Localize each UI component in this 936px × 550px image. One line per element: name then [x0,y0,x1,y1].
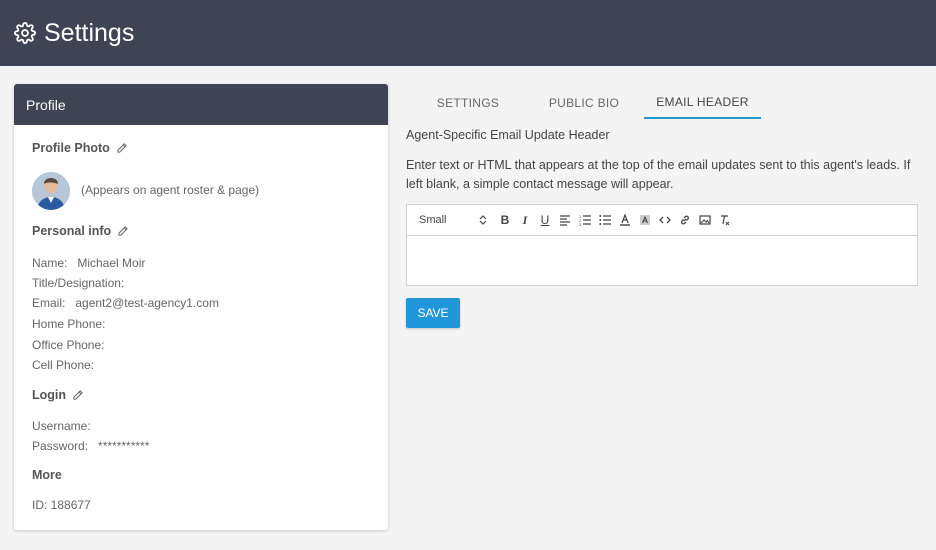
clear-format-icon[interactable] [715,210,735,230]
background-color-icon[interactable] [635,210,655,230]
username-row: Username: [32,419,101,433]
name-label: Name: [32,256,68,270]
username-label: Username: [32,419,91,433]
rich-text-editor: Small B I U 123 [406,204,918,286]
page-title: Settings [44,18,135,47]
code-icon[interactable] [655,210,675,230]
tab-public-bio[interactable]: PUBLIC BIO [544,86,624,119]
image-icon[interactable] [695,210,715,230]
editor-toolbar: Small B I U 123 [407,205,917,236]
office-phone-row: Office Phone: [32,338,115,352]
avatar[interactable] [32,172,70,210]
profile-photo-section: Profile Photo [32,141,128,155]
save-button[interactable]: SAVE [406,298,460,328]
personal-info-heading: Personal info [32,224,112,238]
more-heading: More [32,468,62,482]
more-section: More [32,468,62,482]
title-label: Title/Designation: [32,276,125,290]
bold-icon[interactable]: B [495,210,515,230]
home-phone-row: Home Phone: [32,317,115,331]
cell-phone-label: Cell Phone: [32,358,95,372]
tab-settings[interactable]: SETTINGS [428,86,508,119]
email-row: Email: agent2@test-agency1.com [32,296,219,310]
password-label: Password: [32,439,89,453]
password-row: Password: *********** [32,439,149,453]
underline-icon[interactable]: U [535,210,555,230]
font-size-select[interactable]: Small [419,214,487,226]
login-section: Login [32,388,84,402]
password-value: *********** [98,439,150,453]
photo-note: (Appears on agent roster & page) [81,183,260,197]
edit-photo-pencil-icon[interactable] [116,142,128,154]
name-value: Michael Moir [77,256,146,270]
select-arrows-icon [479,215,487,225]
office-phone-label: Office Phone: [32,338,105,352]
align-icon[interactable] [555,210,575,230]
edit-login-pencil-icon[interactable] [72,389,84,401]
ordered-list-icon[interactable]: 123 [575,210,595,230]
personal-info-section: Personal info [32,224,129,238]
tab-email-header[interactable]: EMAIL HEADER [644,86,761,119]
profile-photo-heading: Profile Photo [32,141,110,155]
email-value: agent2@test-agency1.com [75,296,219,310]
email-header-title: Agent-Specific Email Update Header [406,128,610,142]
edit-personal-pencil-icon[interactable] [117,225,129,237]
gear-icon [14,22,36,44]
editor-text-area[interactable] [407,236,917,285]
login-heading: Login [32,388,67,402]
italic-icon[interactable]: I [515,210,535,230]
cell-phone-row: Cell Phone: [32,358,104,372]
email-label: Email: [32,296,66,310]
link-icon[interactable] [675,210,695,230]
top-bar: Settings [0,0,936,66]
text-color-icon[interactable] [615,210,635,230]
id-row: ID: 188677 [32,498,91,512]
font-size-value: Small [419,214,447,226]
email-header-description: Enter text or HTML that appears at the t… [406,158,911,191]
name-row: Name: Michael Moir [32,256,145,270]
svg-text:3: 3 [579,222,582,226]
bullet-list-icon[interactable] [595,210,615,230]
title-row: Title/Designation: [32,276,134,290]
home-phone-label: Home Phone: [32,317,106,331]
profile-card: Profile Profile Photo (Appears on agent … [14,84,388,530]
profile-card-header: Profile [14,84,388,125]
